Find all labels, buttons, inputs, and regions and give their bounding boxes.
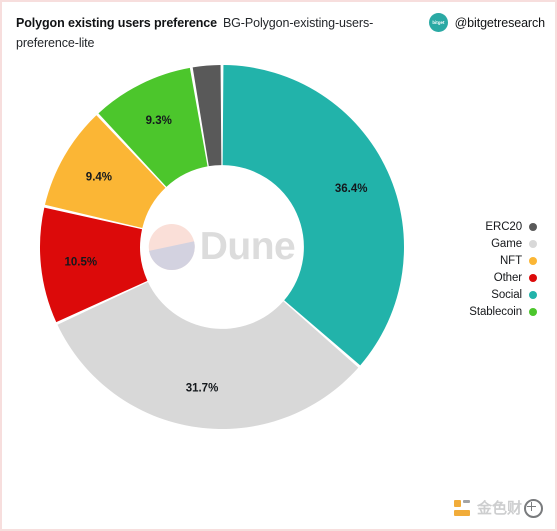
avatar-label: bitget [431, 20, 445, 25]
slice-value-label: 31.7% [186, 383, 219, 395]
chart-card: Polygon existing users preference BG-Poly… [0, 0, 557, 531]
legend-item-stablecoin[interactable]: Stablecoin [422, 305, 537, 319]
author-handle[interactable]: @bitgetresearch [455, 16, 546, 30]
legend-item-label: Other [493, 272, 522, 284]
jinse-wordmark: 金色财 [476, 498, 522, 517]
chart-area: 36.4% 31.7% 10.5% 9.4% 9.3% Dune [2, 58, 442, 498]
legend-item-label: Stablecoin [469, 306, 522, 318]
legend-item-label: ERC20 [485, 221, 522, 233]
legend-item-social[interactable]: Social [422, 288, 537, 302]
jinse-watermark: 金色财 [452, 498, 543, 518]
legend-item-game[interactable]: Game [422, 237, 537, 251]
legend-color-swatch [529, 308, 537, 316]
card-header: Polygon existing users preference BG-Poly… [2, 2, 555, 64]
legend-item-label: NFT [499, 255, 522, 267]
slice-value-label: 9.3% [146, 115, 172, 127]
legend-color-swatch [529, 223, 537, 231]
donut-svg: 36.4% 31.7% 10.5% 9.4% 9.3% [40, 65, 404, 429]
globe-icon [524, 498, 543, 518]
donut-slice-social[interactable] [222, 65, 404, 366]
chart-legend: ERC20 Game NFT Other Social Stablecoin [422, 220, 537, 319]
legend-color-swatch [529, 257, 537, 265]
legend-item-nft[interactable]: NFT [422, 254, 537, 268]
legend-item-erc20[interactable]: ERC20 [422, 220, 537, 234]
avatar[interactable]: bitget [428, 13, 448, 32]
legend-color-swatch [529, 274, 537, 282]
legend-color-swatch [529, 240, 537, 248]
slice-value-label: 36.4% [335, 183, 368, 195]
legend-item-other[interactable]: Other [422, 271, 537, 285]
page-title: Polygon existing users preference BG-Poly… [16, 13, 416, 53]
slice-value-label: 9.4% [86, 171, 112, 183]
donut-chart[interactable]: 36.4% 31.7% 10.5% 9.4% 9.3% Dune [39, 64, 405, 430]
chart-title: Polygon existing users preference [16, 16, 217, 30]
legend-item-label: Social [491, 289, 522, 301]
slice-value-label: 10.5% [64, 257, 97, 269]
donut-slices [40, 65, 404, 429]
jinse-logo-icon [453, 500, 470, 516]
legend-item-label: Game [491, 238, 522, 250]
legend-color-swatch [529, 291, 537, 299]
author-block[interactable]: bitget @bitgetresearch [428, 13, 546, 32]
